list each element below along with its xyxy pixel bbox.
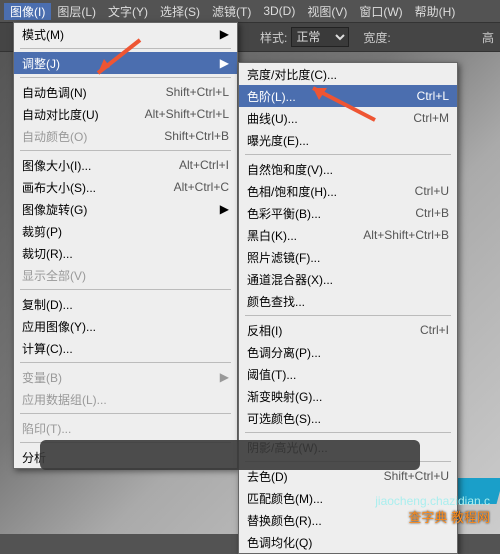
menu-item-shortcut: Alt+Shift+Ctrl+B xyxy=(363,228,449,242)
submenu-arrow-icon: ▶ xyxy=(219,27,229,41)
image-menu-item-10[interactable]: 图像旋转(G)▶ xyxy=(14,198,237,220)
menu-text[interactable]: 文字(Y) xyxy=(102,3,154,20)
adjust-menu-item-13[interactable]: 反相(I) Ctrl+I xyxy=(239,319,457,341)
menu-item-label: 图像大小(I)... xyxy=(22,157,159,174)
menu-item-label: 色调均化(Q) xyxy=(247,534,449,551)
image-menu-item-22: 陷印(T)... xyxy=(14,417,237,439)
menu-item-label: 自然饱和度(V)... xyxy=(247,161,449,178)
menu-item-shortcut: Ctrl+M xyxy=(413,111,449,125)
adjustments-submenu: 亮度/对比度(C)...色阶(L)...Ctrl+L曲线(U)...Ctrl+M… xyxy=(238,62,458,554)
menu-item-label: 画布大小(S)... xyxy=(22,179,154,196)
menu-item-label: 色彩平衡(B)... xyxy=(247,205,395,222)
menu-item-label: 图像旋转(G) xyxy=(22,201,219,218)
image-menu-item-17[interactable]: 计算(C)... xyxy=(14,337,237,359)
adjust-menu-item-16[interactable]: 渐变映射(G)... xyxy=(239,385,457,407)
menu-item-label: 色相/饱和度(H)... xyxy=(247,183,395,200)
menu-item-shortcut: Alt+Shift+Ctrl+L xyxy=(145,107,229,121)
menu-item-label: 自动对比度(U) xyxy=(22,106,125,123)
adjust-menu-item-24[interactable]: 色调均化(Q) xyxy=(239,531,457,553)
menu-item-label: 色调分离(P)... xyxy=(247,344,449,361)
image-menu-item-8[interactable]: 图像大小(I)... Alt+Ctrl+I xyxy=(14,154,237,176)
redaction-bar xyxy=(40,440,420,470)
adjust-menu-item-6[interactable]: 色相/饱和度(H)... Ctrl+U xyxy=(239,180,457,202)
adjust-menu-item-9[interactable]: 照片滤镜(F)... xyxy=(239,246,457,268)
menu-image[interactable]: 图像(I) xyxy=(4,3,51,20)
menu-item-shortcut: Ctrl+I xyxy=(420,323,449,337)
menu-item-label: 应用图像(Y)... xyxy=(22,318,229,335)
annotation-arrow-2 xyxy=(305,80,385,133)
menu-item-label: 可选颜色(S)... xyxy=(247,410,449,427)
menu-item-label: 计算(C)... xyxy=(22,340,229,357)
menu-view[interactable]: 视图(V) xyxy=(301,3,353,20)
menu-item-label: 照片滤镜(F)... xyxy=(247,249,449,266)
menu-item-shortcut: Ctrl+B xyxy=(415,206,449,220)
menu-item-label: 复制(D)... xyxy=(22,296,229,313)
submenu-arrow-icon: ▶ xyxy=(219,370,229,384)
menu-item-shortcut: Shift+Ctrl+B xyxy=(164,129,229,143)
menu-item-shortcut: Ctrl+L xyxy=(417,89,449,103)
adjust-menu-item-11[interactable]: 颜色查找... xyxy=(239,290,457,312)
adjust-menu-item-7[interactable]: 色彩平衡(B)... Ctrl+B xyxy=(239,202,457,224)
image-menu-item-5[interactable]: 自动对比度(U) Alt+Shift+Ctrl+L xyxy=(14,103,237,125)
menu-window[interactable]: 窗口(W) xyxy=(353,3,408,20)
extra-label: 高 xyxy=(482,29,494,46)
adjust-menu-item-15[interactable]: 阈值(T)... xyxy=(239,363,457,385)
adjust-menu-item-5[interactable]: 自然饱和度(V)... xyxy=(239,158,457,180)
menu-3d[interactable]: 3D(D) xyxy=(257,4,301,18)
menu-item-label: 黑白(K)... xyxy=(247,227,343,244)
adjust-menu-item-10[interactable]: 通道混合器(X)... xyxy=(239,268,457,290)
menu-item-label: 应用数据组(L)... xyxy=(22,391,229,408)
style-select[interactable]: 正常 xyxy=(291,27,349,47)
menu-item-label: 阈值(T)... xyxy=(247,366,449,383)
menu-item-label: 显示全部(V) xyxy=(22,267,229,284)
menu-item-label: 渐变映射(G)... xyxy=(247,388,449,405)
menu-item-label: 反相(I) xyxy=(247,322,400,339)
menu-item-label: 自动颜色(O) xyxy=(22,128,144,145)
menu-layer[interactable]: 图层(L) xyxy=(51,3,102,20)
image-menu-item-9[interactable]: 画布大小(S)... Alt+Ctrl+C xyxy=(14,176,237,198)
menubar: 图像(I) 图层(L) 文字(Y) 选择(S) 滤镜(T) 3D(D) 视图(V… xyxy=(0,0,500,22)
menu-item-shortcut: Alt+Ctrl+C xyxy=(174,180,229,194)
adjust-menu-item-8[interactable]: 黑白(K)... Alt+Shift+Ctrl+B xyxy=(239,224,457,246)
image-menu-item-6: 自动颜色(O) Shift+Ctrl+B xyxy=(14,125,237,147)
menu-filter[interactable]: 滤镜(T) xyxy=(206,3,257,20)
menu-item-shortcut: Shift+Ctrl+L xyxy=(166,85,229,99)
menu-item-label: 陷印(T)... xyxy=(22,420,229,437)
menu-select[interactable]: 选择(S) xyxy=(154,3,206,20)
image-menu-item-13: 显示全部(V) xyxy=(14,264,237,286)
menu-item-label: 曝光度(E)... xyxy=(247,132,449,149)
menu-item-shortcut: Shift+Ctrl+U xyxy=(384,469,449,483)
style-label: 样式: xyxy=(260,29,287,46)
menu-item-label: 裁切(R)... xyxy=(22,245,229,262)
image-menu-item-11[interactable]: 裁剪(P) xyxy=(14,220,237,242)
menu-item-label: 裁剪(P) xyxy=(22,223,229,240)
image-menu-item-20: 应用数据组(L)... xyxy=(14,388,237,410)
adjust-menu-item-17[interactable]: 可选颜色(S)... xyxy=(239,407,457,429)
image-menu-item-15[interactable]: 复制(D)... xyxy=(14,293,237,315)
menu-item-label: 去色(D) xyxy=(247,468,364,485)
watermark-text: 查字典 教程网 xyxy=(408,507,490,526)
menu-item-label: 变量(B) xyxy=(22,369,219,386)
image-menu: 模式(M)▶调整(J)▶自动色调(N)Shift+Ctrl+L自动对比度(U)A… xyxy=(13,22,238,469)
submenu-arrow-icon: ▶ xyxy=(219,202,229,216)
annotation-arrow-1 xyxy=(90,35,150,88)
menu-item-label: 通道混合器(X)... xyxy=(247,271,449,288)
menu-item-shortcut: Alt+Ctrl+I xyxy=(179,158,229,172)
menu-item-shortcut: Ctrl+U xyxy=(415,184,449,198)
image-menu-item-16[interactable]: 应用图像(Y)... xyxy=(14,315,237,337)
watermark-url: jiaocheng.chazidian.c xyxy=(375,494,490,508)
width-label: 宽度: xyxy=(363,29,390,46)
image-menu-item-12[interactable]: 裁切(R)... xyxy=(14,242,237,264)
adjust-menu-item-14[interactable]: 色调分离(P)... xyxy=(239,341,457,363)
menu-help[interactable]: 帮助(H) xyxy=(409,3,462,20)
menu-item-label: 颜色查找... xyxy=(247,293,449,310)
submenu-arrow-icon: ▶ xyxy=(219,56,229,70)
image-menu-item-19: 变量(B)▶ xyxy=(14,366,237,388)
